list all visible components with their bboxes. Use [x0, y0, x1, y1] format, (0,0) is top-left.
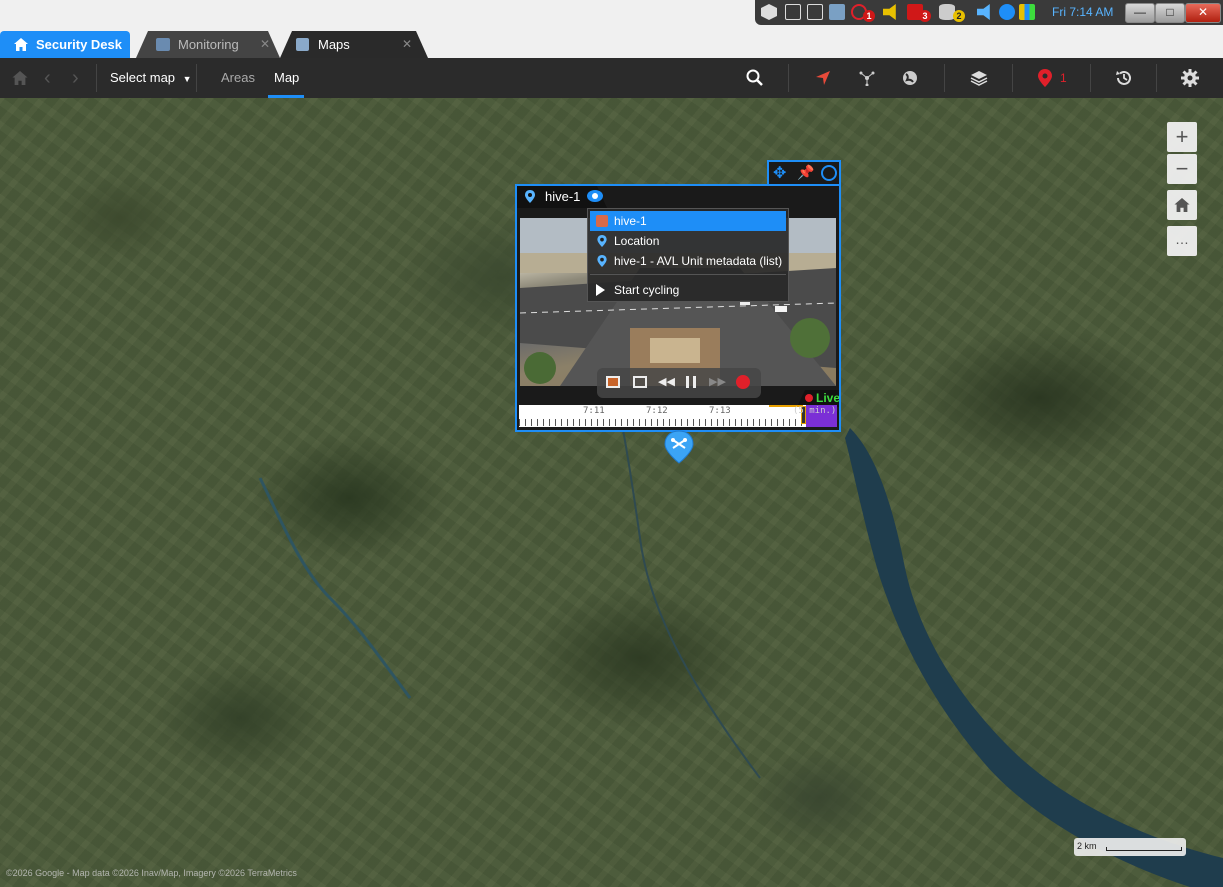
search-icon[interactable] [746, 69, 764, 87]
tile-controls: ✥ 📌 [767, 160, 841, 184]
menu-item-avl-metadata[interactable]: hive-1 - AVL Unit metadata (list) [590, 251, 786, 271]
home-icon [14, 38, 28, 51]
volume-icon[interactable] [977, 4, 990, 20]
divider [1156, 64, 1157, 92]
navigate-arrow-icon[interactable] [815, 70, 831, 86]
forward-arrow-icon[interactable]: › [72, 58, 79, 98]
fast-forward-icon[interactable]: ▶▶ [709, 375, 726, 388]
timeline-tick: 7:11 [583, 406, 605, 416]
camera-icon [596, 215, 608, 227]
menu-item-label: hive-1 [614, 214, 647, 228]
clock: Fri 7:14 AM [1052, 5, 1114, 19]
tab-label: Maps [318, 37, 350, 52]
alarm-pin-icon[interactable] [1038, 69, 1052, 87]
maps-icon [296, 38, 309, 51]
zoom-out-button[interactable]: − [1167, 154, 1197, 184]
menu-item-label: Location [614, 234, 660, 248]
close-tab-icon[interactable]: ✕ [260, 31, 270, 58]
minimize-button[interactable]: — [1125, 3, 1155, 23]
close-tile-icon[interactable] [821, 165, 837, 181]
home-icon [1174, 198, 1190, 212]
playback-controls: ◀◀ ▶▶ [597, 368, 761, 398]
tab-map[interactable]: Map [274, 58, 299, 98]
history-icon[interactable] [1115, 69, 1133, 87]
location-pin-icon [597, 235, 607, 247]
move-icon[interactable]: ✥ [773, 163, 786, 183]
video-alert-badge: 3 [919, 10, 931, 22]
close-window-button[interactable]: ✕ [1185, 3, 1221, 23]
select-map-dropdown[interactable]: Select map ▼ [110, 58, 192, 98]
home-icon[interactable] [12, 71, 28, 85]
timeline[interactable]: 7:11 7:12 7:13 (5 min.) [519, 405, 837, 427]
menu-divider [590, 274, 786, 275]
alarm-count: 1 [1060, 71, 1067, 85]
tab-maps[interactable]: Maps ✕ [280, 31, 428, 58]
map-attribution: ©2026 Google - Map data ©2026 Inav/Map, … [6, 868, 297, 878]
eye-icon[interactable] [587, 190, 603, 202]
dashboard-icon[interactable] [1019, 4, 1035, 20]
speaker-icon[interactable] [883, 4, 896, 20]
location-pin-icon [525, 190, 535, 203]
menu-item-location[interactable]: Location [590, 231, 786, 251]
caret-down-icon: ▼ [182, 74, 192, 84]
formula-icon-2[interactable] [807, 4, 823, 20]
divider [1090, 64, 1091, 92]
menu-item-start-cycling[interactable]: Start cycling [590, 280, 786, 300]
hexagon-icon[interactable] [761, 4, 777, 20]
maximize-button[interactable]: □ [1155, 3, 1185, 23]
divider [96, 64, 97, 92]
snapshot-icon[interactable] [606, 376, 620, 388]
menu-item-camera[interactable]: hive-1 [590, 211, 786, 231]
map-home-button[interactable] [1167, 190, 1197, 220]
camera-map-marker[interactable] [664, 430, 694, 464]
divider [944, 64, 945, 92]
title-bar: 1 3 2 Fri 7:14 AM — □ ✕ Security Desk Mo… [0, 0, 1223, 58]
divider [196, 64, 197, 92]
back-arrow-icon[interactable]: ‹ [44, 58, 51, 98]
pin-icon[interactable]: 📌 [797, 164, 814, 181]
divider [788, 64, 789, 92]
timeline-tick: 7:13 [709, 406, 731, 416]
play-icon [596, 284, 605, 296]
pause-icon[interactable] [686, 376, 696, 388]
scale-bar [1106, 847, 1182, 851]
globe-icon[interactable] [902, 70, 918, 86]
tab-monitoring[interactable]: Monitoring ✕ [136, 31, 280, 58]
divider [1012, 64, 1013, 92]
tile-title: hive-1 [545, 189, 581, 204]
network-icon[interactable] [999, 4, 1015, 20]
timeline-tick: 7:12 [646, 406, 668, 416]
record-icon[interactable] [736, 375, 750, 389]
formula-icon[interactable] [785, 4, 801, 20]
more-options-button[interactable]: … [1167, 226, 1197, 256]
system-tray: 1 3 2 Fri 7:14 AM — □ ✕ [755, 0, 1223, 25]
gear-icon[interactable] [1181, 69, 1199, 87]
layers-icon[interactable] [970, 70, 988, 86]
tab-label: Monitoring [178, 37, 239, 52]
tab-security-desk[interactable]: Security Desk [0, 31, 130, 58]
map-scale: 2 km [1074, 838, 1186, 856]
database-badge: 2 [953, 10, 965, 22]
alarm-badge: 1 [863, 10, 875, 22]
film-icon[interactable] [633, 376, 647, 388]
timeline-ruler [519, 419, 803, 426]
monitoring-icon [156, 38, 170, 51]
settings-monitor-icon[interactable] [829, 4, 845, 20]
timeline-duration: (5 min.) [793, 406, 837, 416]
network-nodes-icon[interactable] [859, 70, 875, 86]
select-map-label: Select map [110, 70, 176, 85]
tab-areas[interactable]: Areas [221, 58, 255, 98]
menu-item-label: hive-1 - AVL Unit metadata (list) [614, 254, 783, 268]
zoom-in-button[interactable]: + [1167, 122, 1197, 152]
location-pin-icon [597, 255, 607, 267]
close-tab-icon[interactable]: ✕ [402, 31, 412, 58]
tab-label: Security Desk [36, 37, 122, 52]
tile-context-menu: hive-1 Location hive-1 - AVL Unit metada… [587, 208, 789, 302]
menu-item-label: Start cycling [614, 283, 680, 297]
rewind-icon[interactable]: ◀◀ [658, 375, 675, 388]
scale-label: 2 km [1077, 841, 1097, 851]
map-toolbar: ‹ › Select map ▼ Areas Map 1 [0, 58, 1223, 98]
live-label: Live [816, 391, 841, 405]
recording-dot-icon [805, 394, 813, 402]
